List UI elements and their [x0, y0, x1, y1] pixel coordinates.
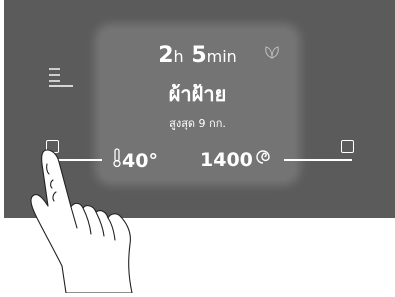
max-load: สูงสุด 9 กก. — [169, 117, 226, 130]
program-name: ผ้าฝ้าย — [168, 82, 227, 106]
time-hours: 2 — [158, 43, 174, 68]
time-hours-unit: h — [173, 47, 184, 66]
eco-leaf-icon — [264, 44, 280, 63]
right-square-button[interactable] — [341, 140, 354, 153]
menu-icon[interactable] — [49, 67, 75, 91]
time-minutes: 5 — [191, 43, 207, 68]
pointing-hand-icon — [28, 148, 148, 297]
spin-icon — [253, 148, 273, 171]
time-minutes-unit: min — [206, 47, 237, 66]
spin-setting[interactable]: 1400 — [200, 148, 273, 171]
spin-value: 1400 — [200, 148, 253, 171]
right-button-line — [284, 159, 352, 161]
